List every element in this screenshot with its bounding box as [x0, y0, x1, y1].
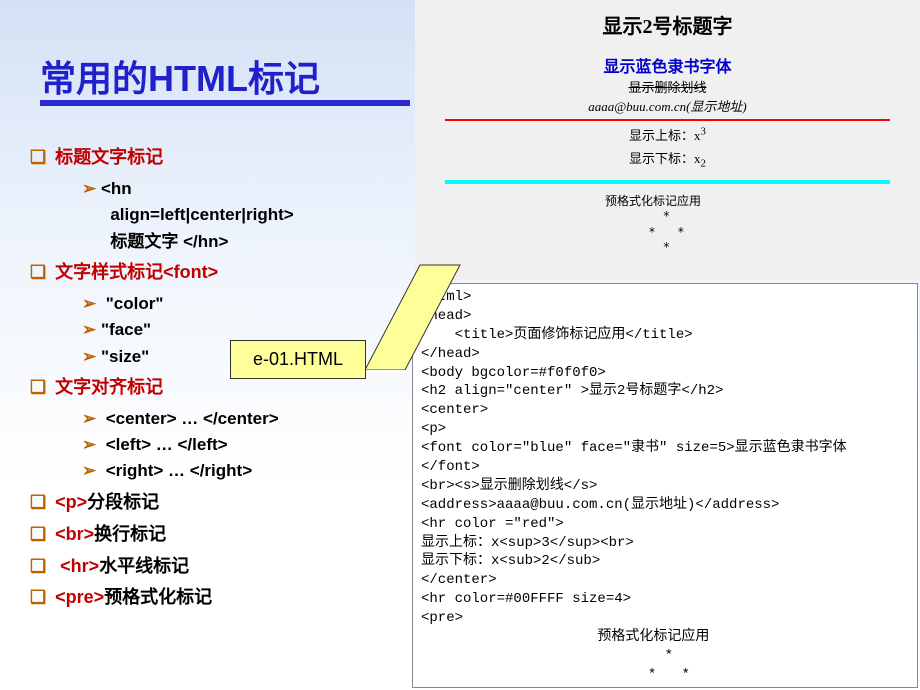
outline-item-font: 文字样式标记<font> [30, 259, 410, 287]
rendered-preview: 显示2号标题字 显示蓝色隶书字体 显示删除划线 aaaa@buu.com.cn(… [415, 0, 920, 280]
slide-title: 常用的HTML标记 [40, 50, 320, 102]
preview-pre: 预格式化标记应用 * * * * [605, 194, 920, 256]
callout-label: e-01.HTML [230, 340, 366, 379]
preview-sup: 显示上标：x3 [415, 125, 920, 144]
callout-arrow-icon [365, 260, 465, 370]
preview-sub: 显示下标：x2 [415, 148, 920, 170]
preview-h2: 显示2号标题字 [415, 10, 920, 39]
outline-item-hr: <hr>水平线标记 [30, 553, 410, 581]
preview-strike: 显示删除划线 [415, 77, 920, 96]
preview-hr-red [445, 119, 890, 121]
preview-address: aaaa@buu.com.cn(显示地址) [415, 96, 920, 115]
preview-hr-cyan [445, 180, 890, 184]
outline-item-br: <br>换行标记 [30, 521, 410, 549]
outline-item-p: <p>分段标记 [30, 489, 410, 517]
outline-sub-left: <left> … </left> [82, 432, 410, 458]
outline-sub-right: <right> … </right> [82, 458, 410, 484]
outline-item-heading: 标题文字标记 [30, 144, 410, 172]
callout: e-01.HTML [230, 340, 366, 379]
source-code-box: <html> <head> <title>页面修饰标记应用</title> </… [412, 283, 918, 688]
outline-item-pre: <pre>预格式化标记 [30, 584, 410, 612]
preview-bluefont: 显示蓝色隶书字体 [415, 53, 920, 77]
outline-sub-hn: <hn align=left|center|right> 标题文字 </hn> [82, 176, 410, 255]
outline-sub-center: <center> … </center> [82, 406, 410, 432]
outline-sub-color: "color" [82, 291, 410, 317]
title-underline [40, 100, 410, 106]
